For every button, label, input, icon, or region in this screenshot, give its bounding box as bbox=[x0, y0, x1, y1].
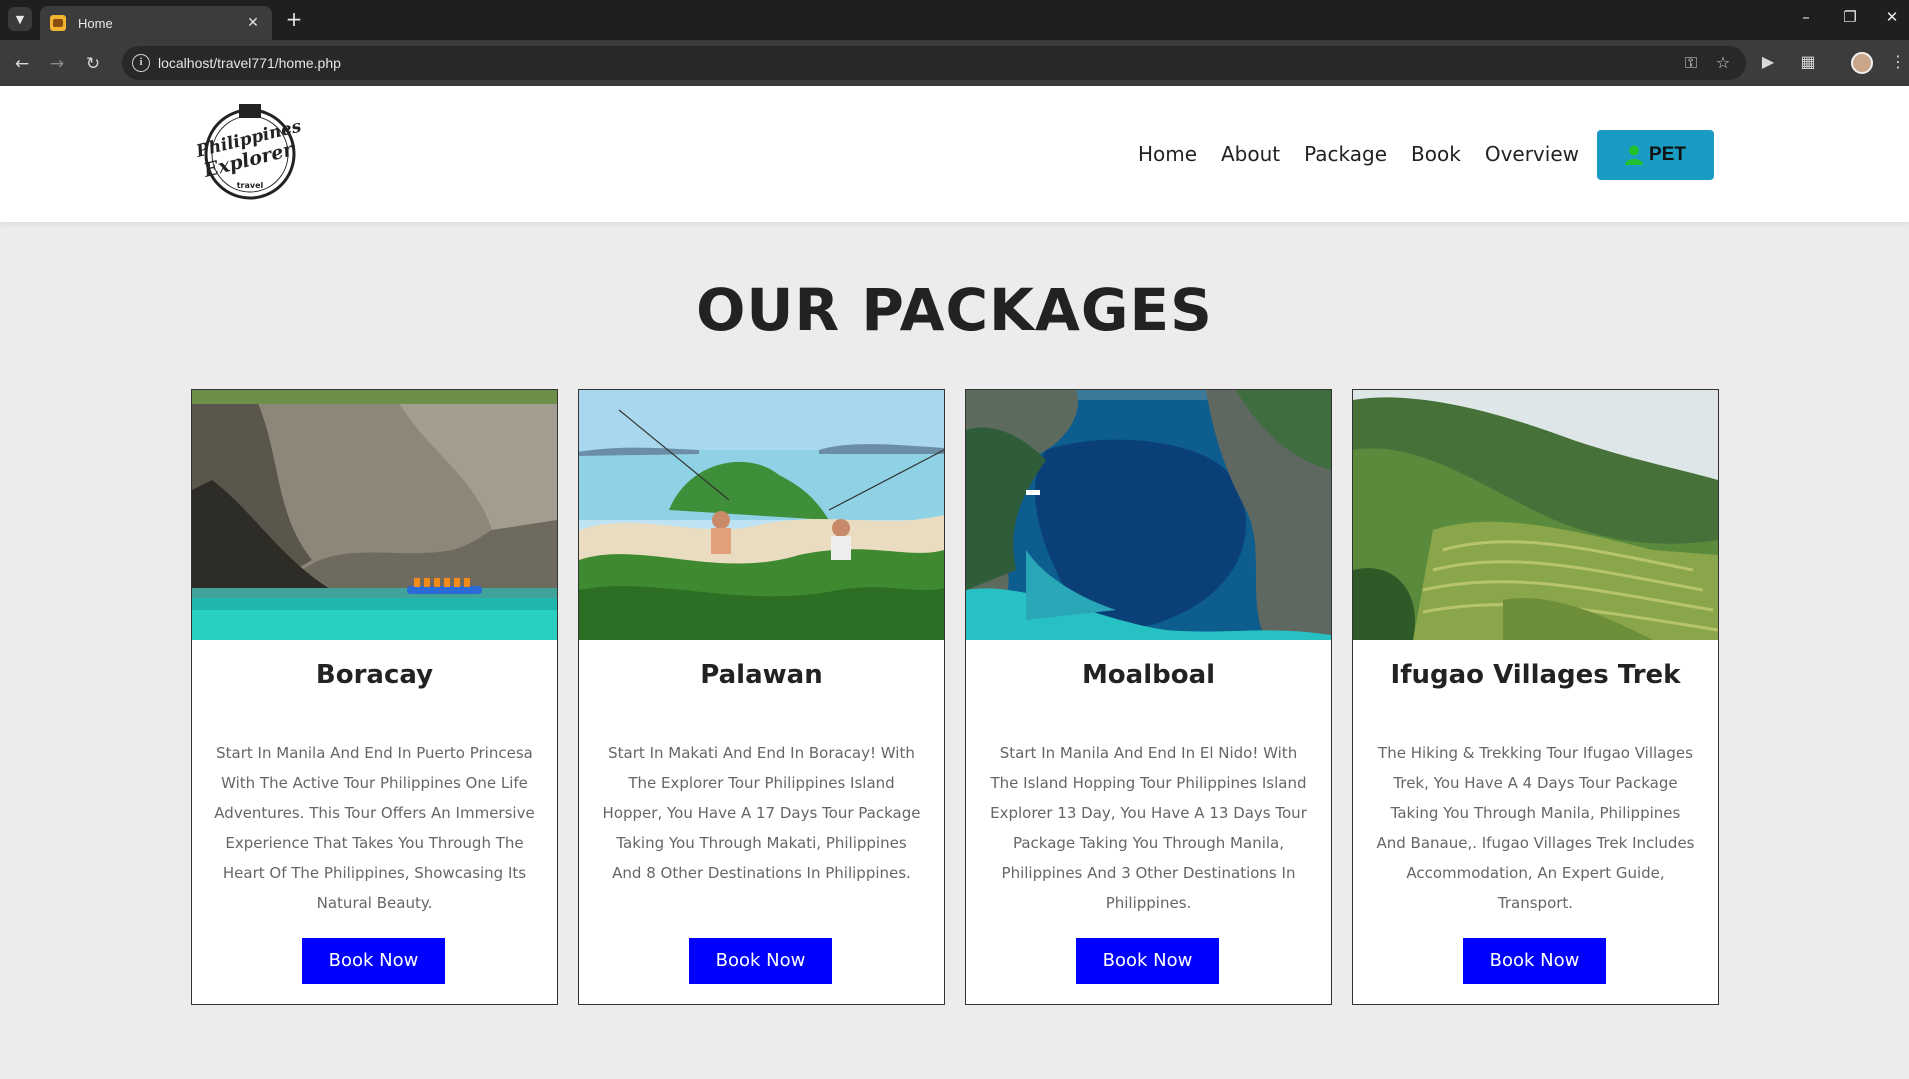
user-account-button[interactable]: PET bbox=[1597, 130, 1714, 180]
package-description: Start In Manila And End In Puerto Prince… bbox=[214, 744, 535, 912]
package-title: Boracay bbox=[315, 660, 434, 690]
philippines-explorer-logo[interactable]: Philippines Explorer travel bbox=[194, 102, 306, 202]
package-image-boracay bbox=[192, 390, 557, 640]
logo-line3: travel bbox=[237, 181, 264, 190]
package-description: Start In Makati And End In Boracay! With… bbox=[602, 744, 921, 882]
book-now-button[interactable]: Book Now bbox=[1463, 938, 1606, 984]
package-image-ifugao bbox=[1353, 390, 1718, 640]
back-arrow-icon[interactable]: ← bbox=[9, 51, 35, 77]
browser-tab-home[interactable]: Home ✕ bbox=[40, 6, 272, 40]
address-bar[interactable]: i localhost/travel771/home.php ⚿ ☆ bbox=[122, 46, 1746, 80]
package-title: Palawan bbox=[700, 660, 823, 690]
minimize-icon[interactable]: – bbox=[1786, 8, 1826, 26]
bookmark-star-icon[interactable]: ☆ bbox=[1712, 53, 1734, 72]
nav-book[interactable]: Book bbox=[1411, 142, 1461, 166]
package-description: The Hiking & Trekking Tour Ifugao Villag… bbox=[1376, 744, 1695, 912]
main-nav: Home About Package Book Overview bbox=[1114, 142, 1579, 166]
nav-home[interactable]: Home bbox=[1138, 142, 1197, 166]
package-card: Ifugao Villages Trek The Hiking & Trekki… bbox=[1352, 389, 1719, 1005]
restore-icon[interactable]: ❐ bbox=[1830, 8, 1870, 26]
nav-overview[interactable]: Overview bbox=[1485, 142, 1579, 166]
book-now-button[interactable]: Book Now bbox=[1076, 938, 1219, 984]
nav-package[interactable]: Package bbox=[1304, 142, 1387, 166]
password-key-icon[interactable]: ⚿ bbox=[1680, 53, 1702, 73]
browser-menu-icon[interactable]: ⋮ bbox=[1886, 52, 1909, 71]
nav-about[interactable]: About bbox=[1221, 142, 1280, 166]
address-url[interactable]: localhost/travel771/home.php bbox=[158, 55, 341, 71]
package-title: Ifugao Villages Trek bbox=[1390, 660, 1681, 690]
tab-close-icon[interactable]: ✕ bbox=[244, 15, 262, 31]
package-card: Boracay Start In Manila And End In Puert… bbox=[191, 389, 558, 1005]
tab-title: Home bbox=[78, 15, 113, 31]
user-icon bbox=[1625, 145, 1644, 165]
forward-arrow-icon[interactable]: → bbox=[44, 51, 70, 77]
package-card: Palawan Start In Makati And End In Borac… bbox=[578, 389, 945, 1005]
tab-search-chevron-icon[interactable]: ▼ bbox=[8, 7, 32, 31]
new-tab-plus-icon[interactable]: + bbox=[282, 8, 306, 32]
site-header: Philippines Explorer travel Home About P… bbox=[0, 86, 1909, 222]
reload-icon[interactable]: ↻ bbox=[80, 51, 106, 77]
package-image-palawan bbox=[579, 390, 944, 640]
package-image-moalboal bbox=[966, 390, 1331, 640]
extensions-puzzle-icon[interactable]: ▦ bbox=[1796, 52, 1820, 71]
section-title: OUR PACKAGES bbox=[696, 276, 1213, 344]
browser-tab-bar: ▼ Home ✕ + – ❐ ✕ bbox=[0, 0, 1909, 40]
package-title: Moalboal bbox=[1081, 660, 1216, 690]
package-description: Start In Manila And End In El Nido! With… bbox=[990, 744, 1307, 912]
browser-toolbar: ← → ↻ i localhost/travel771/home.php ⚿ ☆… bbox=[0, 40, 1909, 86]
book-now-button[interactable]: Book Now bbox=[302, 938, 445, 984]
book-now-button[interactable]: Book Now bbox=[689, 938, 832, 984]
profile-avatar[interactable] bbox=[1851, 52, 1873, 74]
site-info-icon[interactable]: i bbox=[132, 54, 150, 72]
cursor-extension-icon[interactable]: ▶ bbox=[1756, 52, 1780, 71]
window-close-icon[interactable]: ✕ bbox=[1872, 8, 1909, 26]
user-button-label: PET bbox=[1649, 144, 1686, 165]
package-cards: Boracay Start In Manila And End In Puert… bbox=[191, 389, 1721, 1005]
site-favicon-icon bbox=[50, 15, 66, 31]
package-card: Moalboal Start In Manila And End In El N… bbox=[965, 389, 1332, 1005]
